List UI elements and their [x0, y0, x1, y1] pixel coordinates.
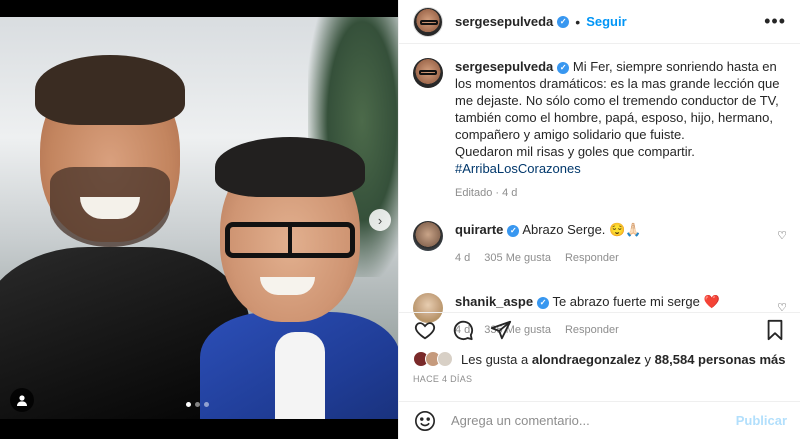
- comment-text: Abrazo Serge. 😌🙏🏻: [522, 222, 642, 237]
- liker-username[interactable]: alondraegonzalez: [532, 352, 641, 367]
- carousel-dot: [186, 402, 191, 407]
- liker-avatar: [437, 351, 453, 367]
- comment-age: 4 d: [455, 252, 471, 264]
- comment-button[interactable]: [451, 318, 475, 342]
- caption-username[interactable]: sergesepulveda: [455, 59, 553, 74]
- comment-text: Te abrazo fuerte mi serge ❤️: [552, 294, 720, 309]
- like-button[interactable]: [413, 318, 437, 342]
- likes-prefix: Les gusta a: [461, 351, 529, 367]
- caption: sergesepulveda ✓ Mi Fer, siempre sonriend…: [413, 58, 787, 199]
- verified-icon: ✓: [557, 15, 570, 28]
- tagged-users-button[interactable]: [10, 388, 34, 412]
- post-panel: sergesepulveda ✓ • Seguir ••• sergesepul…: [398, 0, 800, 439]
- publish-button[interactable]: Publicar: [736, 413, 787, 428]
- hashtag-link[interactable]: #ArribaLosCorazones: [455, 161, 581, 176]
- smiley-icon: [415, 410, 435, 431]
- emoji-button[interactable]: [413, 409, 437, 433]
- likes-count[interactable]: 88,584 personas más: [655, 352, 786, 367]
- comment-likes[interactable]: 305 Me gusta: [484, 250, 551, 267]
- commenter-username[interactable]: quirarte: [455, 222, 503, 237]
- comment-item: quirarte ✓ Abrazo Serge. 😌🙏🏻 4 d 305 Me g…: [413, 221, 787, 267]
- post-time[interactable]: HACE 4 DÍAS: [413, 374, 787, 384]
- post-header: sergesepulveda ✓ • Seguir •••: [399, 0, 800, 44]
- caption-body-2: Quedaron mil risas y goles que compartir…: [455, 144, 695, 159]
- author-avatar[interactable]: [413, 6, 443, 37]
- separator-dot: •: [575, 13, 581, 30]
- verified-icon: ✓: [537, 296, 550, 309]
- comment-input[interactable]: [451, 413, 736, 428]
- carousel-indicator: [186, 402, 209, 407]
- caption-author-avatar[interactable]: [413, 58, 443, 88]
- caption-edited: Editado · 4 d: [455, 187, 518, 199]
- author-username[interactable]: sergesepulveda: [455, 14, 553, 29]
- person-right: [200, 137, 398, 419]
- more-options-icon[interactable]: •••: [764, 11, 786, 32]
- likes-summary: Les gusta a alondraegonzalez y 88,584 pe…: [413, 351, 787, 367]
- bookmark-icon: [767, 319, 783, 341]
- save-button[interactable]: [763, 318, 787, 342]
- action-bar: [413, 315, 787, 345]
- carousel-next-button[interactable]: ›: [369, 209, 391, 231]
- comments-section: sergesepulveda ✓ Mi Fer, siempre sonriend…: [399, 44, 800, 336]
- heart-outline-icon[interactable]: ♡: [777, 229, 787, 242]
- verified-icon: ✓: [557, 61, 570, 74]
- caption-text: sergesepulveda ✓ Mi Fer, siempre sonriend…: [455, 58, 795, 177]
- liker-avatars[interactable]: [413, 351, 453, 367]
- carousel-dot: [204, 402, 209, 407]
- verified-icon: ✓: [507, 224, 520, 237]
- commenter-avatar[interactable]: [413, 221, 443, 251]
- person-left: [0, 47, 250, 419]
- add-comment-bar: Publicar: [399, 401, 800, 439]
- reply-button[interactable]: Responder: [565, 250, 619, 267]
- commenter-username[interactable]: shanik_aspe: [455, 294, 533, 309]
- post-actions-area: Les gusta a alondraegonzalez y 88,584 pe…: [399, 312, 800, 398]
- carousel-dot: [195, 402, 200, 407]
- post-photo[interactable]: [0, 17, 398, 419]
- post-media: ›: [0, 0, 398, 439]
- likes-middle: y: [644, 351, 652, 367]
- person-icon: [17, 395, 27, 406]
- heart-icon: [414, 322, 436, 340]
- comment-icon: [453, 320, 474, 341]
- follow-button[interactable]: Seguir: [586, 14, 626, 29]
- share-button[interactable]: [489, 318, 513, 342]
- chevron-right-icon: ›: [377, 212, 383, 228]
- send-icon: [490, 320, 512, 340]
